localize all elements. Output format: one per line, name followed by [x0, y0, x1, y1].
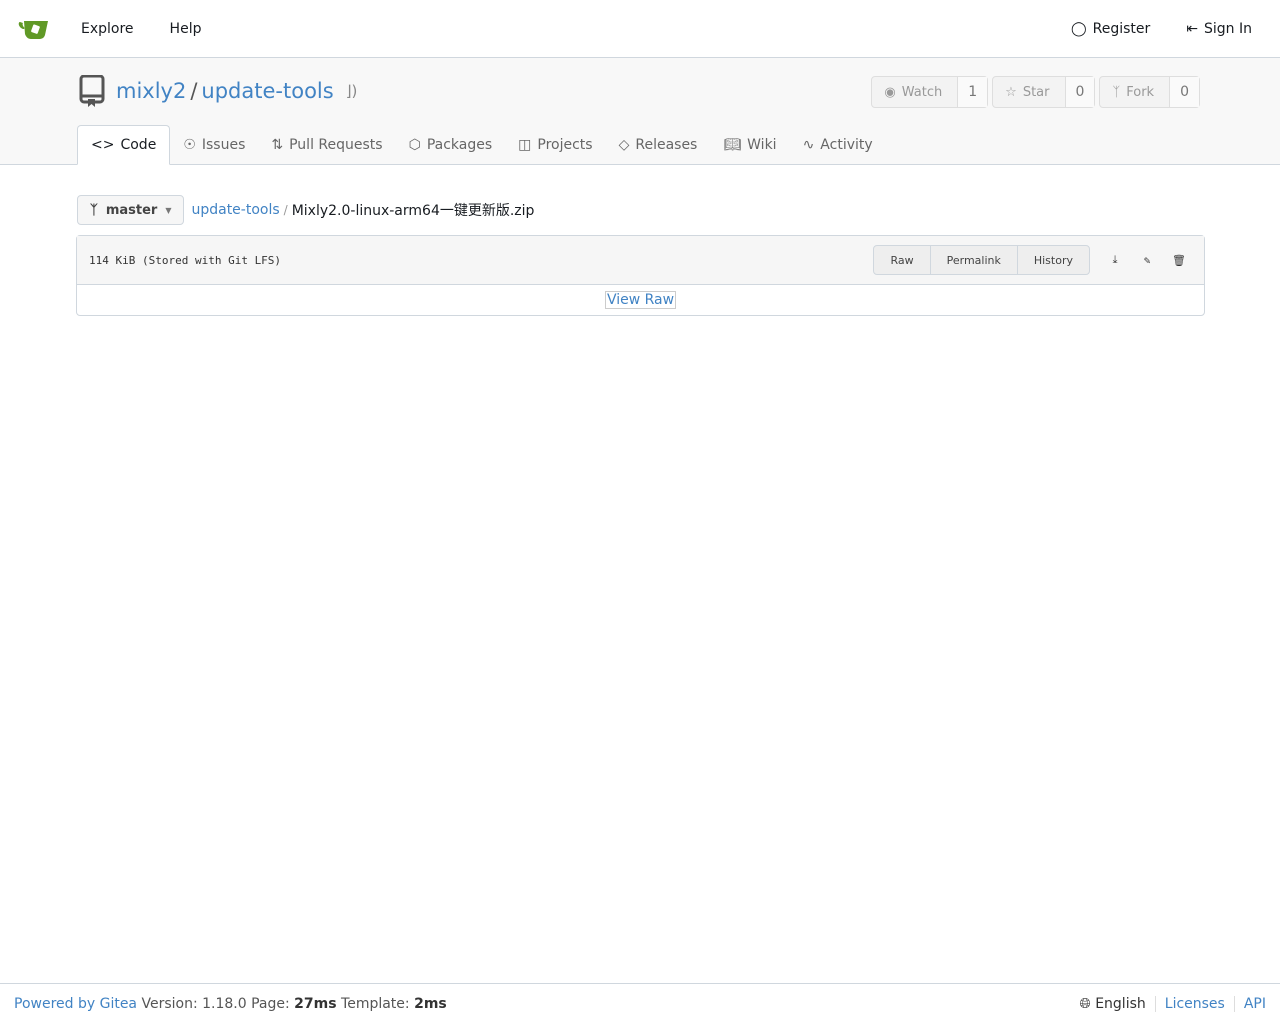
permalink-button[interactable]: Permalink	[931, 246, 1018, 274]
breadcrumb-root[interactable]: update-tools	[191, 202, 279, 218]
footer: Powered by Gitea Version: 1.18.0 Page: 2…	[0, 983, 1280, 1024]
page-time: 27ms	[294, 996, 337, 1012]
tab-label: Activity	[820, 137, 873, 153]
version-label: Version:	[141, 996, 198, 1012]
pulse-icon: ∿	[802, 137, 815, 153]
fork-icon: ᛉ	[1112, 84, 1121, 100]
tab-projects[interactable]: ◫ Projects	[505, 125, 605, 165]
tab-activity[interactable]: ∿ Activity	[790, 125, 886, 165]
globe-icon: 🌐︎	[1079, 996, 1091, 1012]
edit-icon[interactable]: ✎	[1134, 247, 1160, 273]
trash-icon[interactable]: 🗑︎	[1166, 247, 1192, 273]
issue-icon: ☉	[183, 137, 196, 153]
pull-request-icon: ⇅	[271, 137, 284, 153]
tab-label: Projects	[537, 137, 593, 153]
fork-button[interactable]: ᛉ Fork 0	[1099, 76, 1200, 108]
language-label: English	[1095, 996, 1146, 1012]
tab-label: Wiki	[747, 137, 777, 153]
tab-issues[interactable]: ☉ Issues	[170, 125, 258, 165]
version-value: 1.18.0	[202, 996, 247, 1012]
tab-label: Releases	[635, 137, 698, 153]
breadcrumb-separator: /	[283, 203, 288, 217]
register-link[interactable]: ◯ Register	[1053, 21, 1168, 37]
language-selector[interactable]: 🌐︎ English	[1080, 996, 1146, 1012]
repo-owner-link[interactable]: mixly2	[116, 79, 186, 103]
divider	[1154, 996, 1156, 1012]
nav-explore[interactable]: Explore	[63, 21, 152, 37]
sign-in-icon: ⇤	[1186, 20, 1198, 37]
tab-releases[interactable]: ◇ Releases	[606, 125, 711, 165]
breadcrumb: ᛉ master ▼ update-tools / Mixly2.0-linux-a…	[77, 195, 534, 225]
sign-in-link[interactable]: ⇤ Sign In	[1168, 21, 1270, 37]
view-raw-link[interactable]: View Raw	[604, 291, 677, 309]
page-label: Page:	[251, 996, 290, 1012]
tag-icon: ◇	[618, 137, 630, 153]
file-size: 114 KiB (Stored with Git LFS)	[89, 253, 282, 267]
watch-button[interactable]: ◉ Watch 1	[871, 76, 989, 108]
book-icon: 📖︎	[723, 137, 742, 153]
top-nav: Explore Help ◯ Register ⇤ Sign In	[0, 0, 1280, 58]
watch-count[interactable]: 1	[958, 77, 988, 107]
nav-help[interactable]: Help	[152, 21, 220, 37]
code-icon: <>	[91, 137, 115, 153]
breadcrumb-file: Mixly2.0-linux-arm64一键更新版.zip	[291, 203, 535, 219]
rss-icon[interactable]: ⌋)	[346, 82, 358, 100]
branch-dropdown[interactable]: ᛉ master ▼	[77, 195, 185, 225]
tab-pull-requests[interactable]: ⇅ Pull Requests	[258, 125, 395, 165]
star-label: Star	[1022, 84, 1050, 100]
repo-header: mixly2/update-tools ⌋) ◉ Watch 1 ☆ Star 0 ᛉF…	[0, 58, 1280, 165]
eye-icon: ◉	[884, 84, 896, 100]
powered-by-link[interactable]: Powered by Gitea	[14, 996, 137, 1012]
tab-label: Issues	[201, 137, 246, 153]
template-label: Template:	[341, 996, 410, 1012]
tab-wiki[interactable]: 📖︎ Wiki	[710, 125, 789, 165]
history-button[interactable]: History	[1018, 246, 1089, 274]
gitea-logo[interactable]	[18, 13, 50, 45]
caret-down-icon: ▼	[165, 205, 172, 215]
tab-code[interactable]: <> Code	[77, 125, 171, 165]
raw-button[interactable]: Raw	[874, 246, 931, 274]
fork-count[interactable]: 0	[1170, 77, 1199, 107]
repo-icon	[79, 75, 105, 107]
tab-label: Packages	[426, 137, 493, 153]
sign-in-label: Sign In	[1204, 20, 1252, 37]
star-button[interactable]: ☆ Star 0	[992, 76, 1096, 108]
branch-label: master	[105, 202, 158, 218]
project-icon: ◫	[518, 137, 532, 153]
fork-label: Fork	[1126, 84, 1155, 100]
file-actions: Raw Permalink History	[873, 245, 1090, 275]
star-count[interactable]: 0	[1065, 77, 1095, 107]
register-label: Register	[1092, 20, 1151, 37]
template-time: 2ms	[414, 996, 447, 1012]
repo-name-link[interactable]: update-tools	[201, 79, 333, 103]
tab-label: Pull Requests	[289, 137, 383, 153]
branch-icon: ᛉ	[90, 202, 98, 218]
api-link[interactable]: API	[1244, 996, 1266, 1012]
tab-label: Code	[120, 137, 157, 153]
divider	[1233, 996, 1235, 1012]
file-view: 114 KiB (Stored with Git LFS) Raw Permal…	[76, 235, 1205, 316]
licenses-link[interactable]: Licenses	[1165, 996, 1225, 1012]
user-icon: ◯	[1070, 20, 1087, 37]
package-icon: ⬡	[408, 137, 421, 153]
download-icon[interactable]: ⤓	[1102, 247, 1128, 273]
tab-packages[interactable]: ⬡ Packages	[396, 125, 506, 165]
title-separator: /	[190, 79, 198, 103]
star-icon: ☆	[1005, 84, 1017, 100]
watch-label: Watch	[901, 84, 943, 100]
